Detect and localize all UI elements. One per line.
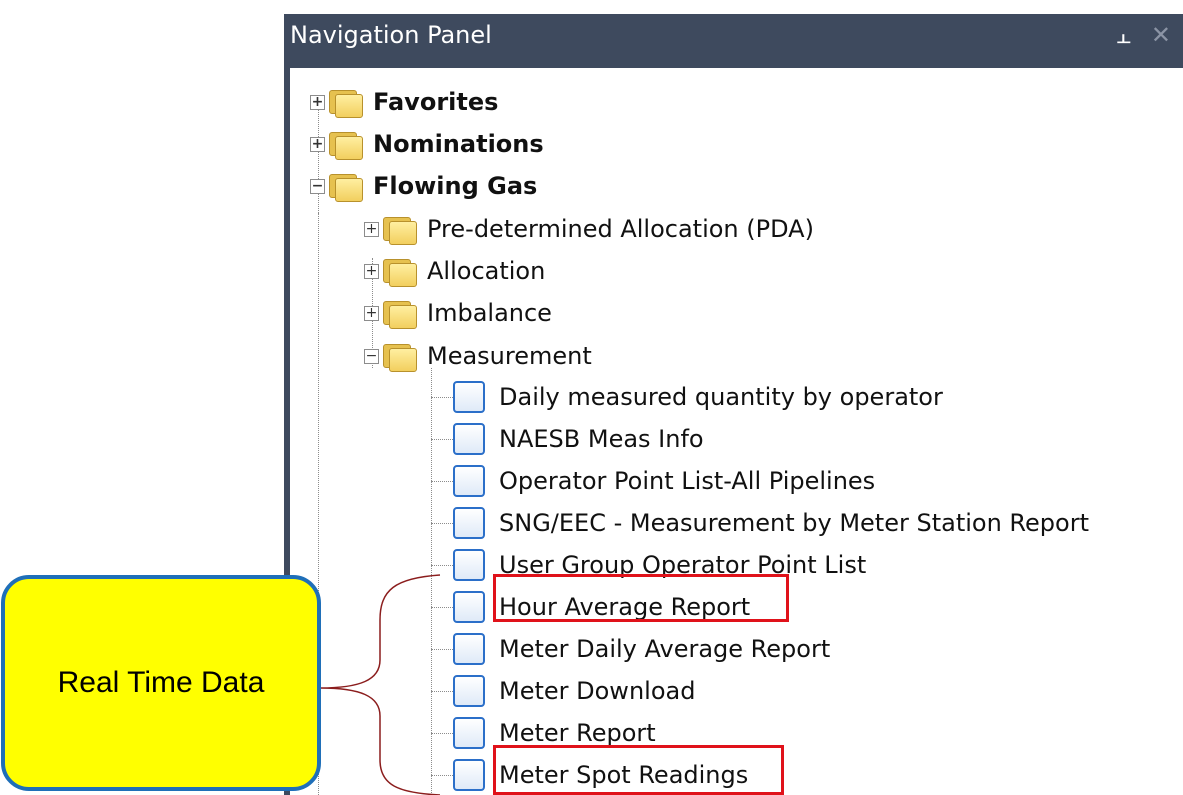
callout-label: Real Time Data — [57, 666, 265, 699]
callout-real-time-data: Real Time Data — [1, 575, 321, 791]
